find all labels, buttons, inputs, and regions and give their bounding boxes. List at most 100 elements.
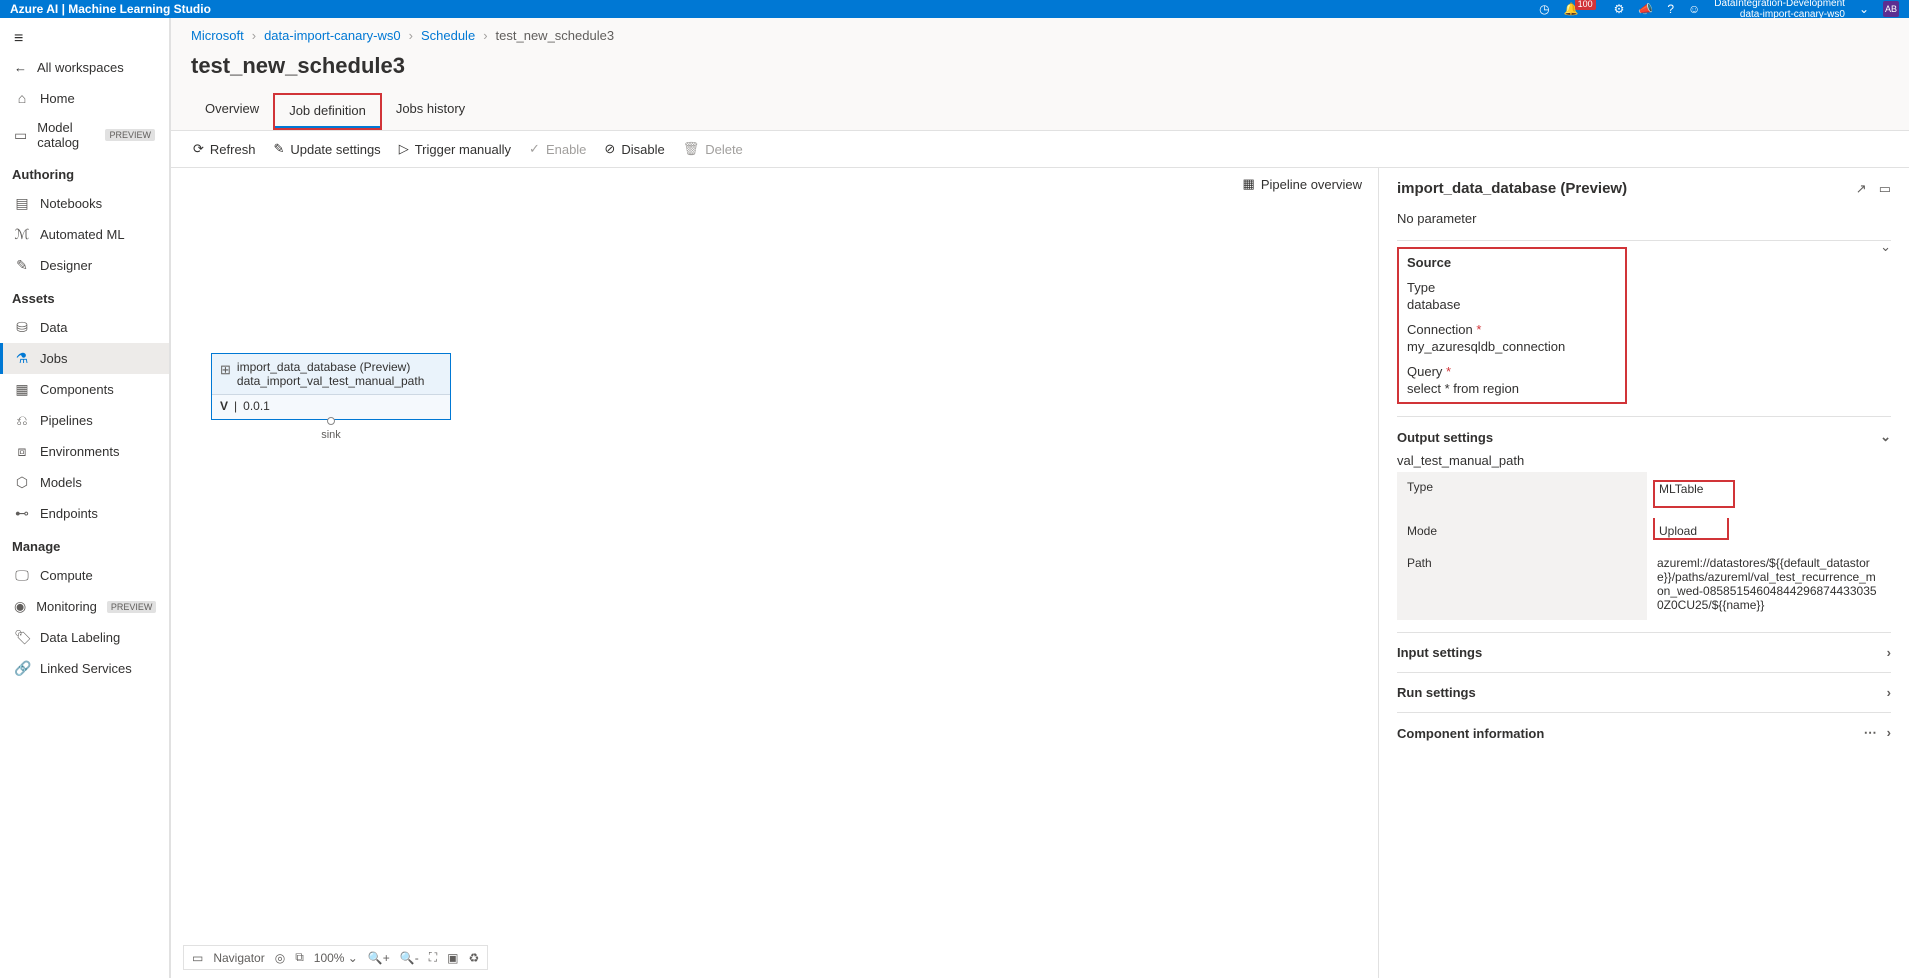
canvas[interactable]: ▦ Pipeline overview ⊞ import_data_databa… (171, 168, 1379, 978)
chevron-right-icon: › (1887, 725, 1891, 741)
sidebar-item-label: Endpoints (40, 506, 98, 521)
screenshot-icon[interactable]: ⧉ (295, 950, 304, 965)
expand-icon[interactable]: ↗ (1856, 181, 1867, 197)
out-label: Type (1397, 472, 1647, 516)
sidebar-item-automl[interactable]: ℳ Automated ML (0, 219, 169, 250)
sidebar-item-home[interactable]: ⌂ Home (0, 83, 169, 113)
avatar[interactable]: AB (1883, 1, 1899, 17)
sidebar-item-label: Automated ML (40, 227, 125, 242)
sidebar-item-label: Home (40, 91, 75, 106)
field-value: database (1407, 297, 1617, 312)
source-header[interactable]: Source (1407, 255, 1617, 270)
monitor-icon: 🖵 (14, 567, 30, 584)
btn-label: Enable (546, 142, 586, 157)
zoom-in-icon[interactable]: 🔍+ (368, 951, 390, 965)
workspace-name: DataIntegration-Development (1714, 0, 1845, 9)
notification-icon[interactable]: 🔔100 (1564, 2, 1600, 16)
sidebar-item-models[interactable]: ⬡ Models (0, 467, 169, 498)
sidebar-item-datalabeling[interactable]: 🏷Data Labeling (0, 622, 169, 653)
components-icon: ▦ (14, 381, 30, 398)
btn-label: Refresh (210, 142, 256, 157)
enable-button: ✓ Enable (529, 141, 586, 157)
refresh-button[interactable]: ⟳Refresh (193, 141, 255, 157)
designer-icon: ✎ (14, 257, 30, 274)
tab-overview[interactable]: Overview (191, 93, 273, 130)
sidebar-item-compute[interactable]: 🖵 Compute (0, 560, 169, 591)
clock-icon[interactable]: ◷ (1539, 2, 1549, 16)
breadcrumb-link[interactable]: Microsoft (191, 28, 244, 43)
tab-jobs-history[interactable]: Jobs history (382, 93, 479, 130)
sidebar-item-environments[interactable]: ⧈Environments (0, 436, 169, 467)
zoom-dropdown[interactable]: 100% ⌄ (314, 951, 358, 965)
sidebar-item-model-catalog[interactable]: ▭ Model catalog PREVIEW (0, 113, 169, 157)
sidebar-item-designer[interactable]: ✎Designer (0, 250, 169, 281)
target-icon[interactable]: ◎ (275, 951, 285, 965)
megaphone-icon[interactable]: 📣 (1638, 2, 1653, 16)
pipeline-overview-link[interactable]: ▦ Pipeline overview (1243, 176, 1362, 192)
endpoint-icon: ⊷ (14, 505, 30, 522)
hamburger-icon[interactable]: ≡ (0, 26, 169, 52)
map-icon[interactable]: ▭ (192, 951, 203, 965)
sidebar-item-linkedservices[interactable]: 🔗Linked Services (0, 653, 169, 684)
delete-button: 🗑Delete (683, 141, 743, 157)
more-icon[interactable]: ⋯ (1864, 725, 1877, 741)
sidebar-item-endpoints[interactable]: ⊷ Endpoints (0, 498, 169, 529)
sidebar-item-pipelines[interactable]: ⎌Pipelines (0, 405, 169, 436)
chevron-down-icon[interactable]: ⌄ (1859, 2, 1869, 16)
disable-button[interactable]: ⊘Disable (604, 141, 664, 157)
gauge-icon: ◉ (14, 598, 26, 615)
help-icon[interactable]: ? (1667, 2, 1674, 16)
update-settings-button[interactable]: ✎Update settings (273, 141, 380, 157)
sink-port[interactable] (327, 417, 335, 425)
component-info-section[interactable]: Component information ⋯ › (1397, 712, 1891, 753)
highlight-box: Job definition (273, 93, 382, 130)
automl-icon: ℳ (14, 226, 30, 243)
sidebar-item-data[interactable]: ⛁Data (0, 312, 169, 343)
sidebar-item-label: Linked Services (40, 661, 132, 676)
run-settings-section[interactable]: Run settings › (1397, 672, 1891, 712)
smiley-icon[interactable]: ☺ (1688, 2, 1700, 16)
sidebar-item-label: Models (40, 475, 82, 490)
sidebar-item-label: Notebooks (40, 196, 102, 211)
fit-icon[interactable]: ⛶ (429, 950, 437, 965)
breadcrumb-link[interactable]: data-import-canary-ws0 (264, 28, 401, 43)
btn-label: Delete (705, 142, 743, 157)
actual-size-icon[interactable]: ▣ (447, 951, 458, 965)
trigger-button[interactable]: ▷Trigger manually (399, 141, 511, 157)
workspace-switcher[interactable]: DataIntegration-Development data-import-… (1714, 0, 1845, 20)
autolayout-icon[interactable]: ♻ (469, 951, 480, 965)
btn-label: Trigger manually (415, 142, 511, 157)
table-icon: ⊞ (220, 362, 231, 378)
pipeline-icon: ⎌ (14, 412, 30, 429)
node-title: import_data_database (Preview) (237, 360, 424, 374)
sidebar-item-monitoring[interactable]: ◉MonitoringPREVIEW (0, 591, 169, 622)
dock-icon[interactable]: ▭ (1879, 181, 1891, 197)
field-label: Connection * (1407, 322, 1617, 337)
sidebar-item-notebooks[interactable]: ▤ Notebooks (0, 188, 169, 219)
chevron-right-icon: › (1887, 685, 1891, 700)
input-settings-section[interactable]: Input settings › (1397, 632, 1891, 672)
chevron-down-icon[interactable]: ⌄ (1880, 239, 1891, 255)
section-assets: Assets (0, 281, 169, 312)
tab-job-definition[interactable]: Job definition (275, 95, 380, 128)
sidebar-item-label: Jobs (40, 351, 67, 366)
btn-label: Update settings (290, 142, 380, 157)
zoom-out-icon[interactable]: 🔍- (400, 951, 419, 965)
breadcrumb-link[interactable]: Schedule (421, 28, 475, 43)
node-version: 0.0.1 (243, 399, 270, 413)
sidebar-item-jobs[interactable]: ⚗Jobs (0, 343, 169, 374)
check-icon: ✓ (529, 141, 540, 157)
link-label: Pipeline overview (1261, 177, 1362, 192)
env-icon: ⧈ (14, 443, 30, 460)
gear-icon[interactable]: ⚙ (1614, 2, 1625, 16)
cube-icon: ⬡ (14, 474, 30, 491)
output-header[interactable]: Output settings ⌄ (1397, 429, 1891, 445)
notebook-icon: ▤ (14, 195, 30, 212)
pipeline-node[interactable]: ⊞ import_data_database (Preview) data_im… (211, 353, 451, 420)
field-label: Query * (1407, 364, 1617, 379)
out-path-value: azureml://datastores/${{default_datastor… (1647, 548, 1891, 620)
section-manage: Manage (0, 529, 169, 560)
sidebar-item-label: Compute (40, 568, 93, 583)
back-all-workspaces[interactable]: ← All workspaces (0, 52, 169, 83)
sidebar-item-components[interactable]: ▦Components (0, 374, 169, 405)
